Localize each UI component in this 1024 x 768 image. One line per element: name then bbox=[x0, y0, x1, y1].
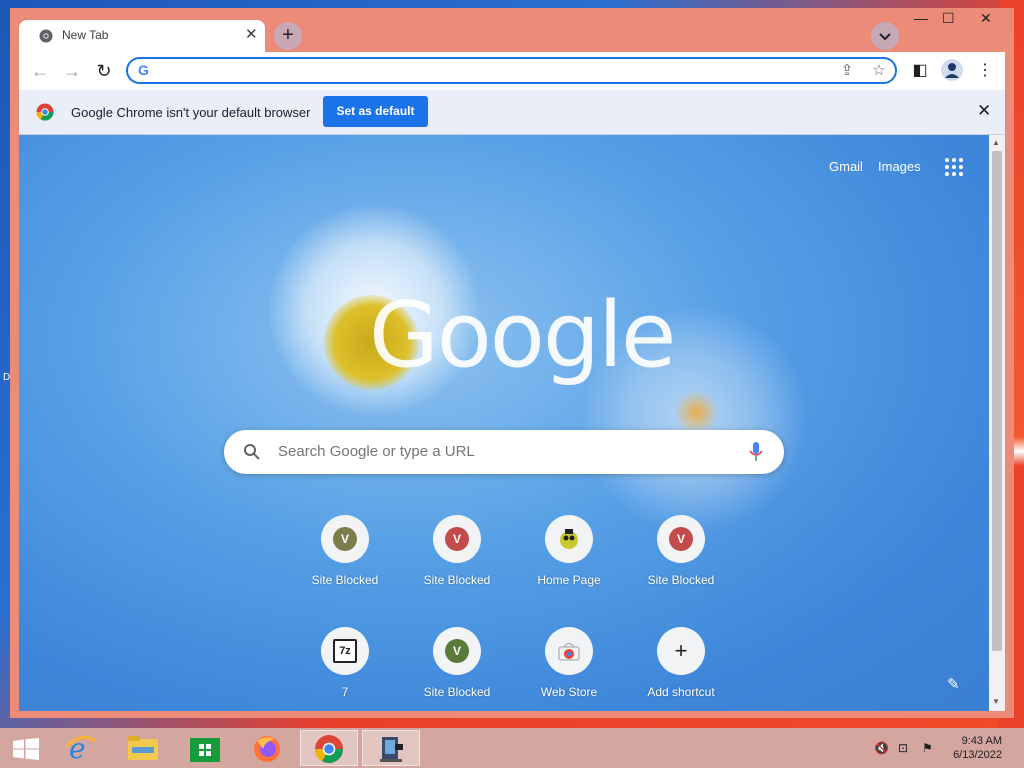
default-browser-infobar: Google Chrome isn't your default browser… bbox=[19, 90, 1005, 135]
taskbar-internet-explorer[interactable]: e bbox=[55, 730, 107, 766]
site-icon: V bbox=[445, 527, 469, 551]
maximize-button[interactable]: ☐ bbox=[942, 10, 955, 27]
shortcut-icon-circle bbox=[545, 627, 593, 675]
taskbar-file-explorer[interactable] bbox=[117, 730, 169, 766]
scroll-up-arrow-icon[interactable]: ▲ bbox=[992, 138, 1000, 147]
back-button[interactable]: ← bbox=[29, 60, 51, 82]
browser-toolbar: ← → ↻ G ⇪ ☆ ◧ ⋮ bbox=[19, 52, 1005, 90]
start-button[interactable] bbox=[0, 730, 52, 766]
customize-pencil-icon[interactable]: ✎ bbox=[947, 675, 960, 693]
tab-strip: New Tab ✕ + — ☐ ✕ bbox=[10, 8, 1014, 54]
images-link[interactable]: Images bbox=[878, 159, 921, 174]
set-as-default-button[interactable]: Set as default bbox=[323, 96, 428, 127]
search-box[interactable] bbox=[224, 430, 784, 474]
store-icon bbox=[190, 738, 220, 762]
forward-button[interactable]: → bbox=[61, 60, 83, 82]
web-store-icon bbox=[558, 643, 580, 661]
shortcut-icon-circle: 7z bbox=[321, 627, 369, 675]
shortcut-label: Add shortcut bbox=[647, 685, 715, 699]
tab-title: New Tab bbox=[62, 28, 109, 42]
scrollbar-thumb[interactable] bbox=[992, 151, 1002, 651]
google-logo: Google bbox=[369, 283, 676, 388]
internet-explorer-icon: e bbox=[65, 733, 96, 763]
shortcut-icon-circle: V bbox=[657, 515, 705, 563]
search-input[interactable] bbox=[276, 442, 740, 461]
shortcut-label: Site Blocked bbox=[423, 685, 491, 699]
shortcut-tile[interactable]: 7z 7 bbox=[295, 627, 395, 711]
google-g-icon: G bbox=[138, 62, 149, 78]
chrome-favicon-icon bbox=[39, 29, 53, 43]
plus-icon: + bbox=[674, 638, 688, 663]
infobar-message: Google Chrome isn't your default browser bbox=[71, 105, 311, 120]
new-tab-page: Gmail Images Google V Site Blocked V Sit… bbox=[19, 135, 989, 711]
tab-close-icon[interactable]: ✕ bbox=[245, 27, 258, 43]
shortcut-tile[interactable]: V Site Blocked bbox=[631, 515, 731, 615]
windows-logo-icon bbox=[13, 738, 39, 760]
firefox-icon bbox=[254, 736, 280, 762]
chrome-icon bbox=[315, 735, 343, 763]
shortcut-label: Web Store bbox=[540, 685, 598, 699]
shortcut-tile[interactable]: V Site Blocked bbox=[295, 515, 395, 615]
scroll-down-arrow-icon[interactable]: ▼ bbox=[992, 697, 1000, 706]
shortcut-label: Site Blocked bbox=[311, 573, 379, 587]
microphone-icon[interactable] bbox=[748, 441, 764, 463]
shortcut-label: Site Blocked bbox=[423, 573, 491, 587]
home-page-icon bbox=[560, 529, 578, 549]
site-icon: V bbox=[333, 527, 357, 551]
folder-icon bbox=[128, 736, 158, 760]
side-panel-icon[interactable]: ◧ bbox=[909, 60, 931, 82]
shortcut-label: 7 bbox=[341, 685, 349, 699]
shortcut-label: Home Page bbox=[537, 573, 601, 587]
taskbar-firefox[interactable] bbox=[241, 730, 293, 766]
infobar-close-icon[interactable]: ✕ bbox=[977, 102, 991, 120]
shortcut-icon-circle bbox=[545, 515, 593, 563]
profile-avatar[interactable] bbox=[941, 59, 963, 81]
shortcut-icon-circle: + bbox=[657, 627, 705, 675]
remote-desktop-icon bbox=[380, 737, 403, 762]
close-window-button[interactable]: ✕ bbox=[980, 10, 992, 27]
clock-time: 9:43 AM bbox=[961, 735, 1002, 747]
tab-new-tab[interactable]: New Tab ✕ bbox=[19, 20, 265, 52]
taskbar-store[interactable] bbox=[179, 730, 231, 766]
shortcut-tile[interactable]: V Site Blocked bbox=[407, 627, 507, 711]
system-clock[interactable]: 9:43 AM 6/13/2022 bbox=[953, 734, 1002, 762]
address-bar[interactable]: G ⇪ ☆ bbox=[126, 57, 897, 84]
person-icon bbox=[945, 63, 959, 78]
blurred-daisy-center-background bbox=[674, 390, 719, 435]
minimize-button[interactable]: — bbox=[914, 10, 928, 26]
volume-muted-icon[interactable]: 🔇 bbox=[874, 741, 889, 755]
bookmark-star-icon[interactable]: ☆ bbox=[870, 62, 888, 80]
chevron-down-icon bbox=[879, 33, 891, 41]
shortcut-icon-circle: V bbox=[433, 515, 481, 563]
taskbar: e 🔇 ⊡ ⚑ 9:43 AM 6/13/2022 bbox=[0, 728, 1024, 768]
tab-search-button[interactable] bbox=[871, 22, 899, 50]
chrome-window: New Tab ✕ + — ☐ ✕ ← → ↻ G ⇪ ☆ ◧ ⋮ Google… bbox=[10, 8, 1014, 718]
action-center-flag-icon[interactable]: ⚑ bbox=[922, 741, 933, 755]
shortcut-icon-circle: V bbox=[433, 627, 481, 675]
network-icon[interactable]: ⊡ bbox=[898, 741, 908, 755]
add-shortcut-tile[interactable]: + Add shortcut bbox=[631, 627, 731, 711]
shortcut-tile[interactable]: Web Store bbox=[519, 627, 619, 711]
new-tab-button[interactable]: + bbox=[274, 22, 302, 50]
7zip-icon: 7z bbox=[333, 639, 357, 663]
taskbar-remote-app[interactable] bbox=[362, 730, 420, 766]
scrollbar[interactable]: ▲ ▼ bbox=[989, 135, 1005, 711]
menu-icon[interactable]: ⋮ bbox=[974, 60, 996, 82]
shortcut-tile[interactable]: V Site Blocked bbox=[407, 515, 507, 615]
chrome-logo-icon bbox=[36, 103, 54, 121]
reload-button[interactable]: ↻ bbox=[93, 60, 115, 82]
shortcut-label: Site Blocked bbox=[647, 573, 715, 587]
shortcut-tile[interactable]: Home Page bbox=[519, 515, 619, 615]
site-icon: V bbox=[669, 527, 693, 551]
apps-grid-icon[interactable] bbox=[945, 158, 963, 176]
share-icon[interactable]: ⇪ bbox=[838, 62, 856, 80]
site-icon: V bbox=[445, 639, 469, 663]
shortcut-icon-circle: V bbox=[321, 515, 369, 563]
taskbar-chrome[interactable] bbox=[300, 730, 358, 766]
clock-date: 6/13/2022 bbox=[953, 749, 1002, 761]
search-icon bbox=[244, 444, 260, 460]
gmail-link[interactable]: Gmail bbox=[829, 159, 863, 174]
